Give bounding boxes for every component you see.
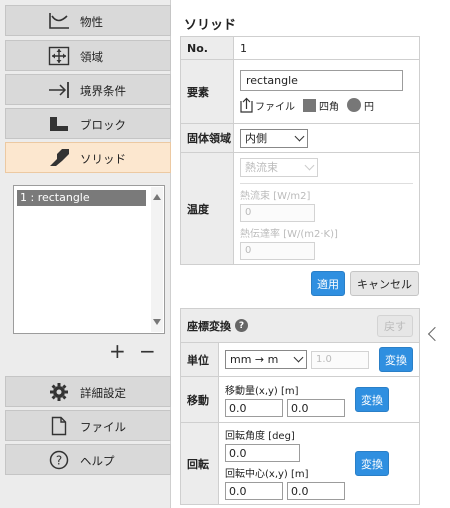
rotate-cy-input[interactable] — [287, 482, 345, 500]
sidebar-item-advanced-settings[interactable]: 詳細設定 — [5, 376, 171, 407]
transform-title: 座標変換 — [187, 319, 231, 333]
unit-factor-input[interactable] — [311, 350, 369, 369]
rotate-angle-input[interactable] — [225, 444, 300, 462]
solid-shape-icon — [48, 148, 70, 168]
element-label: 要素 — [180, 59, 234, 124]
main-panel: ソリッド No. 1 要素 ファイル 四角 — [172, 0, 450, 508]
chevron-down-icon — [304, 160, 315, 170]
element-name-input[interactable] — [240, 70, 403, 91]
square-icon — [303, 98, 316, 112]
heat-transfer-input[interactable] — [240, 241, 315, 260]
unit-select[interactable]: mm → m — [225, 350, 307, 369]
graph-icon — [48, 11, 70, 31]
unit-label: 単位 — [180, 342, 219, 377]
sidebar-item-properties[interactable]: 物性 — [5, 5, 171, 36]
list-item[interactable]: 1 : rectangle — [17, 190, 146, 206]
rotate-angle-label: 回転角度 [deg] — [225, 431, 295, 442]
move-convert-button[interactable]: 変換 — [355, 387, 389, 412]
page-title: ソリッド — [184, 18, 237, 33]
solid-form: No. 1 要素 ファイル 四角 円 — [180, 36, 420, 265]
apply-button[interactable]: 適用 — [311, 271, 345, 296]
temperature-label: 温度 — [180, 152, 234, 265]
chevron-down-icon — [293, 352, 304, 363]
rotate-center-label: 回転中心(x,y) [m] — [225, 469, 309, 480]
scroll-up-icon[interactable] — [153, 194, 161, 200]
heat-flux-input[interactable] — [240, 203, 315, 222]
help-icon[interactable]: ? — [235, 319, 248, 332]
solid-list[interactable]: 1 : rectangle — [13, 185, 165, 334]
sidebar-item-label: 物性 — [80, 15, 103, 29]
rotate-label: 回転 — [180, 422, 219, 505]
move-label: 移動 — [180, 376, 219, 423]
temperature-mode-select[interactable]: 熱流束 — [240, 157, 318, 177]
undo-button[interactable]: 戻す — [377, 314, 413, 337]
solid-region-select[interactable]: 内側 — [240, 128, 308, 148]
sidebar-item-label: 詳細設定 — [80, 386, 126, 400]
file-icon — [48, 416, 70, 436]
sidebar-item-label: ブロック — [80, 118, 126, 132]
sidebar-item-label: 境界条件 — [80, 84, 126, 98]
file-upload-icon — [240, 97, 253, 113]
sidebar-item-solid[interactable]: ソリッド — [5, 142, 171, 173]
arrow-bar-icon — [48, 80, 70, 100]
sidebar-item-label: ヘルプ — [80, 454, 115, 468]
block-icon — [48, 114, 70, 134]
rotate-cx-input[interactable] — [225, 482, 283, 500]
sidebar-item-file[interactable]: ファイル — [5, 410, 171, 441]
no-label: No. — [180, 36, 234, 60]
move-y-input[interactable] — [287, 399, 345, 417]
sidebar-item-label: ファイル — [80, 420, 126, 434]
heat-flux-label: 熱流束 [W/m2] — [240, 190, 311, 202]
help-icon: ? — [48, 450, 70, 470]
move-amount-label: 移動量(x,y) [m] — [225, 386, 299, 397]
cancel-button[interactable]: キャンセル — [350, 271, 419, 296]
sidebar: 物性 領域 境界条件 ブロック ソリッド 1 : rectangle + − 詳… — [0, 0, 171, 508]
sidebar-item-boundary[interactable]: 境界条件 — [5, 74, 171, 105]
rotate-convert-button[interactable]: 変換 — [355, 451, 389, 476]
transform-form: 座標変換 ? 戻す 単位 mm → m 変換 移動 — [180, 308, 420, 505]
sidebar-item-region[interactable]: 領域 — [5, 40, 171, 71]
no-value: 1 — [233, 36, 420, 60]
remove-solid-button[interactable]: − — [139, 341, 156, 361]
svg-text:?: ? — [56, 454, 62, 468]
move-arrows-icon — [48, 46, 70, 66]
circle-shape-option[interactable]: 円 — [347, 98, 374, 113]
chevron-down-icon — [294, 131, 305, 141]
move-x-input[interactable] — [225, 399, 283, 417]
gear-icon — [48, 382, 70, 402]
file-shape-option[interactable]: ファイル — [240, 97, 295, 113]
scroll-down-icon[interactable] — [153, 319, 161, 325]
collapse-panel-icon[interactable] — [427, 326, 443, 342]
unit-convert-button[interactable]: 変換 — [379, 347, 413, 372]
sidebar-item-label: ソリッド — [80, 152, 126, 166]
rectangle-shape-option[interactable]: 四角 — [303, 98, 339, 113]
solid-region-label: 固体領域 — [180, 123, 234, 153]
add-solid-button[interactable]: + — [109, 341, 126, 361]
sidebar-item-block[interactable]: ブロック — [5, 108, 171, 139]
heat-transfer-label: 熱伝達率 [W/(m2·K)] — [240, 228, 338, 240]
sidebar-item-label: 領域 — [80, 50, 103, 64]
circle-icon — [347, 98, 361, 112]
list-scrollbar[interactable] — [151, 187, 163, 332]
sidebar-item-help[interactable]: ? ヘルプ — [5, 444, 171, 475]
